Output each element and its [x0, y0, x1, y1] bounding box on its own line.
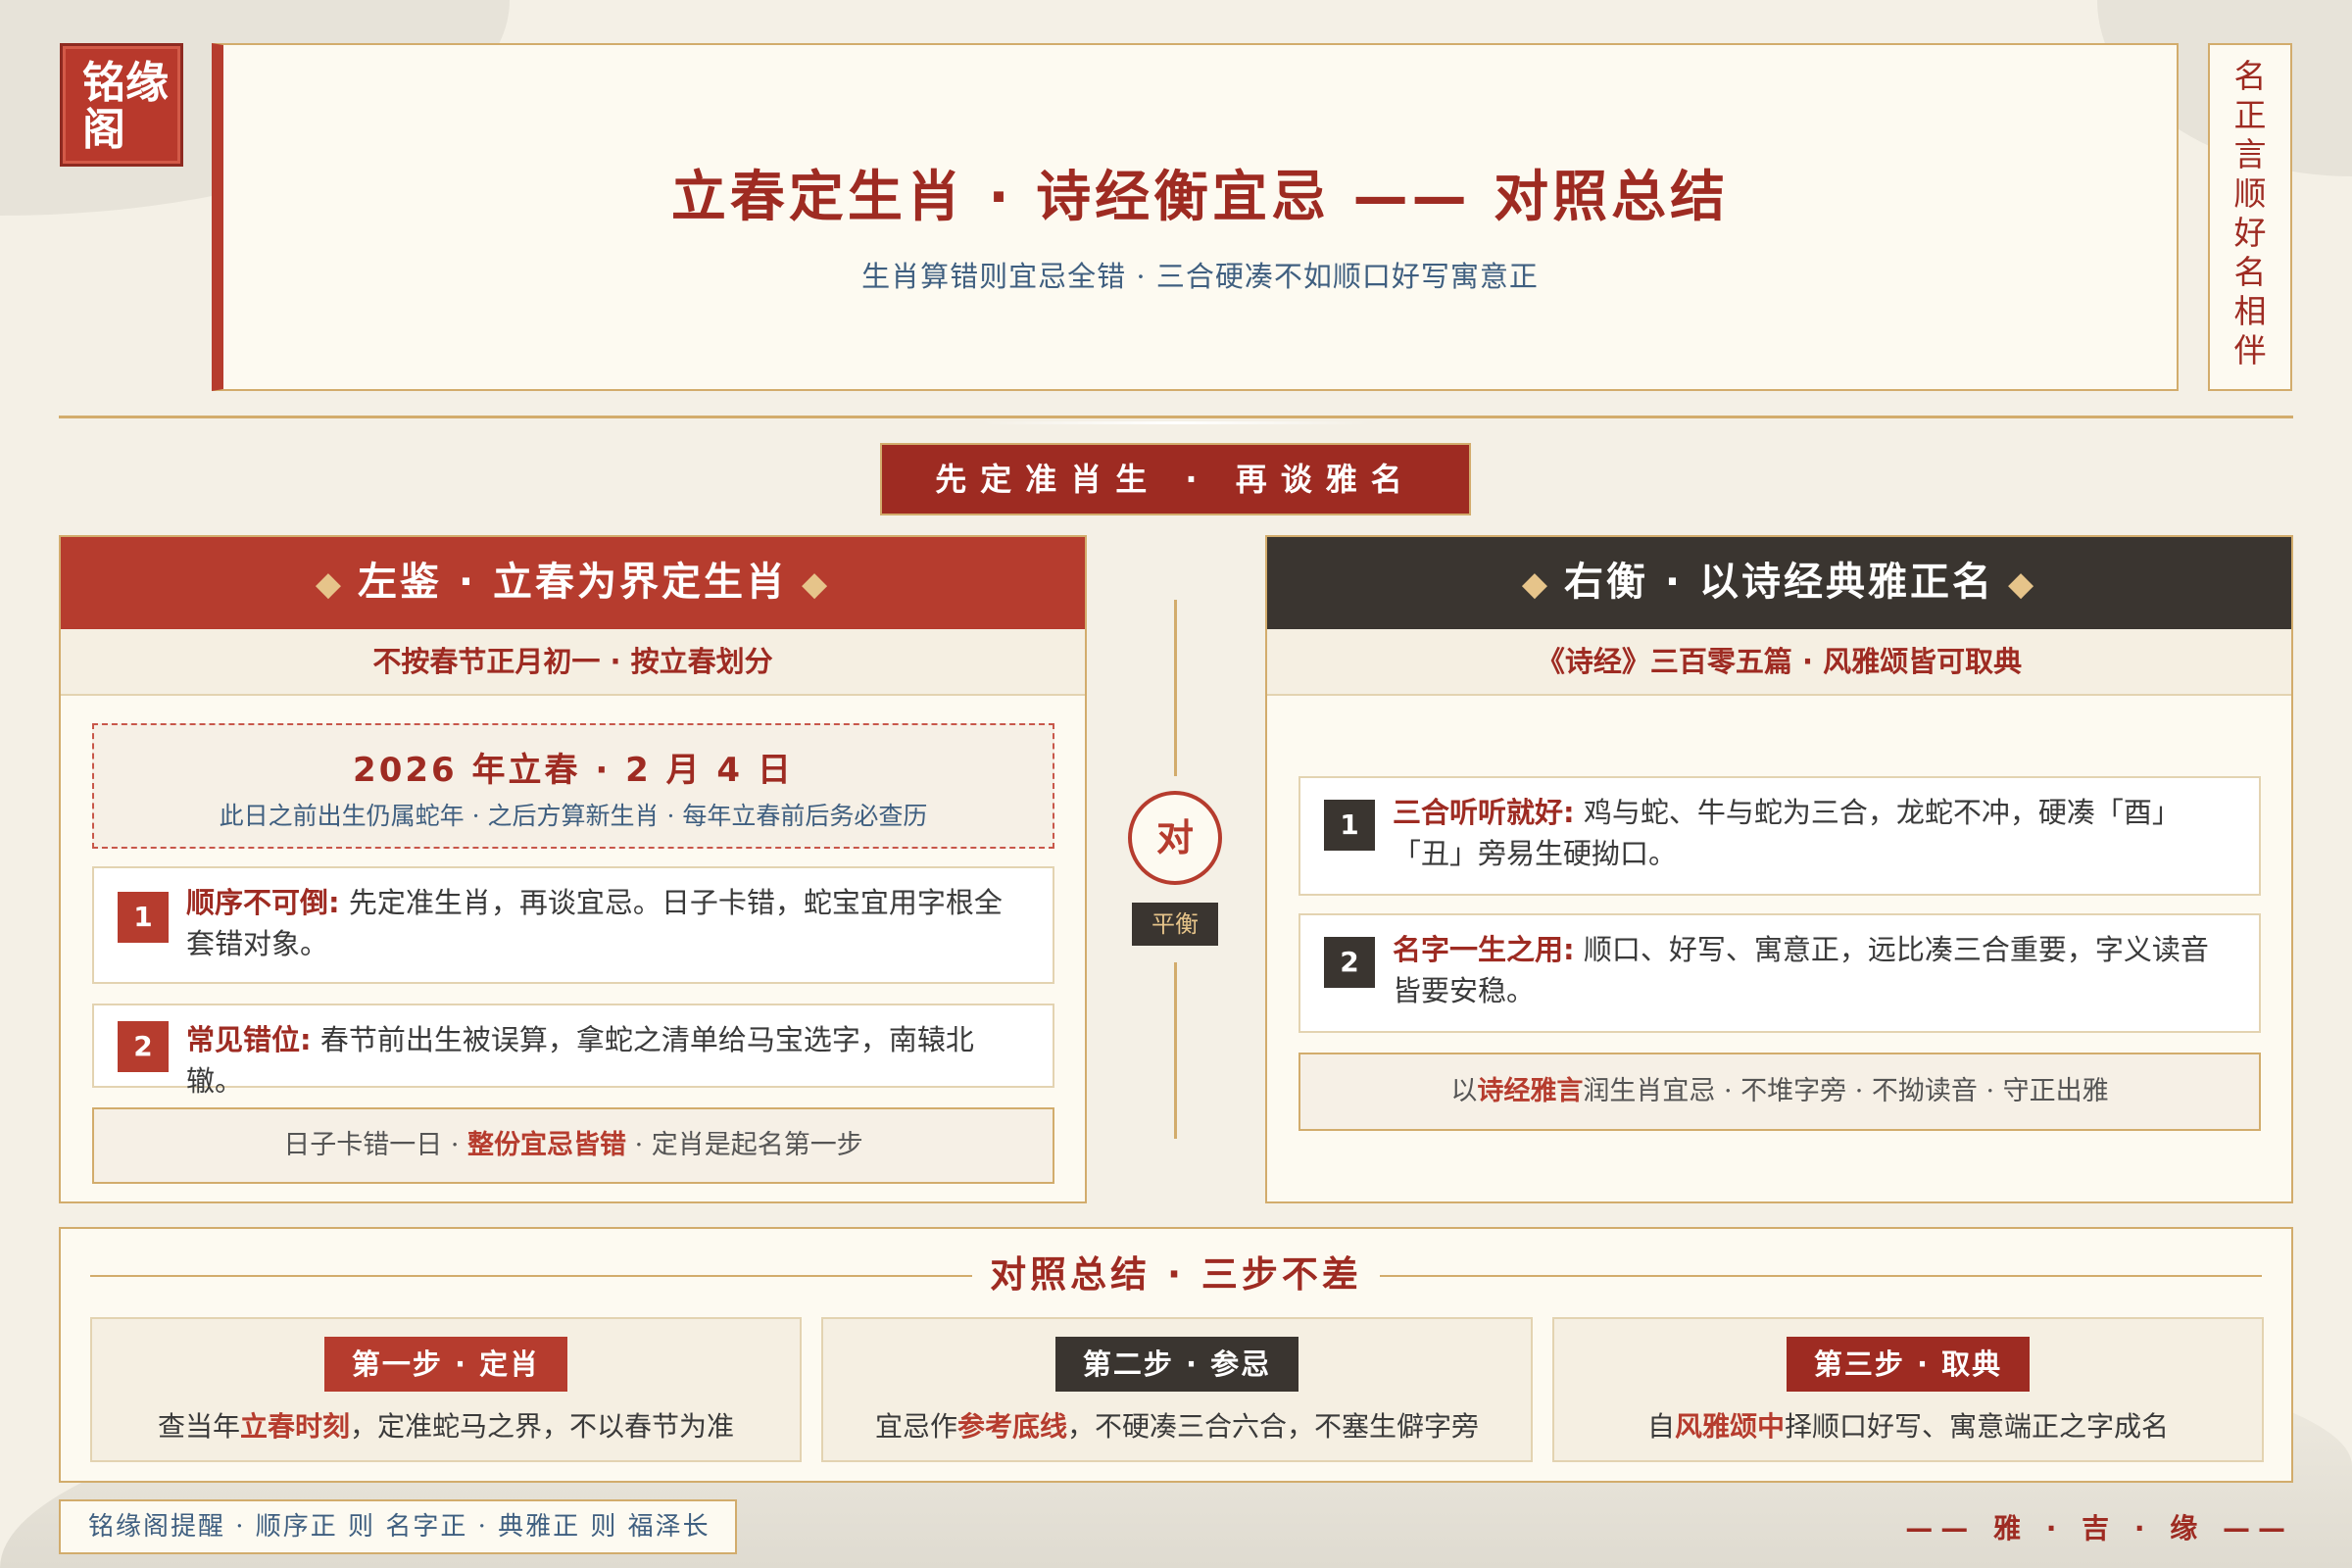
footer-pre: 以	[1450, 1076, 1478, 1106]
center-circle: 对	[1128, 791, 1222, 885]
card-key: 常见错位:	[186, 1023, 312, 1056]
motto-char: 名	[2233, 57, 2267, 95]
motto-char: 名	[2233, 253, 2267, 291]
balance-tag: 平衡	[1132, 903, 1218, 946]
step-highlight: 参考底线	[956, 1410, 1067, 1443]
connector-line	[1174, 962, 1177, 1139]
step-number: 2	[118, 1021, 169, 1072]
right-panel-subheading: 《诗经》三百零五篇 · 风雅颂皆可取典	[1267, 629, 2291, 696]
divider	[59, 416, 2293, 418]
center-banner: 先定准肖生 · 再谈雅名	[880, 443, 1471, 515]
step-card-2: 第二步 · 参忌 宜忌作参考底线，不硬凑三合六合，不塞生僻字旁	[821, 1317, 1533, 1462]
card-key: 顺序不可倒:	[186, 886, 340, 919]
right-footer-note: 以诗经雅言润生肖宜忌 · 不堆字旁 · 不拗读音 · 守正出雅	[1298, 1053, 2261, 1131]
vertical-motto: 名 正 言 顺 好 名 相 伴	[2208, 43, 2292, 391]
right-card-1: 1 三合听听就好: 鸡与蛇、牛与蛇为三合，龙蛇不冲，硬凑「酉」「丑」旁易生硬拗口…	[1298, 776, 2261, 896]
page-title: 立春定生肖 · 诗经衡宜忌 —— 对照总结	[670, 166, 1730, 229]
left-heading-text: 左鉴 · 立春为界定生肖	[357, 560, 789, 605]
step-post: ，不硬凑三合六合，不塞生僻字旁	[1067, 1410, 1480, 1443]
step-text: 查当年立春时刻，定准蛇马之界，不以春节为准	[92, 1405, 800, 1445]
diamond-icon: ◆	[315, 564, 344, 604]
right-panel-heading: ◆ 右衡 · 以诗经典雅正名 ◆	[1267, 537, 2291, 629]
card-key: 三合听听就好:	[1393, 796, 1575, 829]
right-panel: ◆ 右衡 · 以诗经典雅正名 ◆ 《诗经》三百零五篇 · 风雅颂皆可取典 1 三合听…	[1265, 535, 2293, 1203]
motto-char: 顺	[2233, 174, 2267, 213]
footer-pre: 日子卡错一日 ·	[283, 1130, 467, 1160]
date-note: 此日之前出生仍属蛇年 · 之后方算新生肖 · 每年立春前后务必查历	[219, 802, 928, 830]
footer-slogan: —— 雅 · 吉 · 缘 ——	[1905, 1512, 2293, 1544]
header-panel: 立春定生肖 · 诗经衡宜忌 —— 对照总结 生肖算错则宜忌全错 · 三合硬凑不如…	[212, 43, 2179, 391]
step-pre: 宜忌作	[874, 1410, 957, 1443]
footer-note: 铭缘阁提醒 · 顺序正 则 名字正 · 典雅正 则 福泽长	[59, 1499, 737, 1554]
footer-post: · 定肖是起名第一步	[626, 1130, 863, 1160]
step-number: 1	[118, 892, 169, 943]
step-highlight: 立春时刻	[239, 1410, 350, 1443]
step-text: 自风雅颂中择顺口好写、寓意端正之字成名	[1554, 1405, 2262, 1445]
step-pre: 自	[1646, 1410, 1675, 1443]
left-card-1: 1 顺序不可倒: 先定准生肖，再谈宜忌。日子卡错，蛇宝宜用字根全套错对象。	[92, 866, 1054, 984]
step-tag: 第一步 · 定肖	[323, 1337, 568, 1392]
connector-line	[1174, 600, 1177, 776]
step-number: 1	[1324, 800, 1375, 851]
step-number: 2	[1324, 937, 1375, 988]
summary-title: 对照总结 · 三步不差	[990, 1253, 1362, 1296]
left-panel: ◆ 左鉴 · 立春为界定生肖 ◆ 不按春节正月初一 · 按立春划分 2026 年立春…	[59, 535, 1087, 1203]
left-panel-subheading: 不按春节正月初一 · 按立春划分	[61, 629, 1085, 696]
diamond-icon: ◆	[2008, 564, 2037, 604]
step-tag: 第二步 · 参忌	[1054, 1337, 1299, 1392]
motto-char: 伴	[2233, 331, 2267, 369]
footer-highlight: 诗经雅言	[1477, 1076, 1584, 1106]
step-highlight: 风雅颂中	[1674, 1410, 1785, 1443]
step-post: 择顺口好写、寓意端正之字成名	[1785, 1410, 2170, 1443]
diamond-icon: ◆	[802, 564, 831, 604]
seal-logo: 铭缘阁	[60, 43, 183, 167]
motto-char: 相	[2233, 292, 2267, 330]
left-panel-heading: ◆ 左鉴 · 立春为界定生肖 ◆	[61, 537, 1085, 629]
diamond-icon: ◆	[1521, 564, 1550, 604]
step-pre: 查当年	[157, 1410, 240, 1443]
motto-char: 好	[2233, 214, 2267, 252]
step-text: 宜忌作参考底线，不硬凑三合六合，不塞生僻字旁	[823, 1405, 1531, 1445]
step-post: ，定准蛇马之界，不以春节为准	[350, 1410, 735, 1443]
right-heading-text: 右衡 · 以诗经典雅正名	[1563, 560, 1995, 605]
divider-highlight	[980, 421, 1372, 424]
motto-char: 正	[2233, 96, 2267, 134]
footer-post: 润生肖宜忌 · 不堆字旁 · 不拗读音 · 守正出雅	[1583, 1076, 2109, 1106]
left-footer-note: 日子卡错一日 · 整份宜忌皆错 · 定肖是起名第一步	[92, 1107, 1054, 1184]
left-card-2: 2 常见错位: 春节前出生被误算，拿蛇之清单给马宝选字，南辕北辙。	[92, 1004, 1054, 1098]
date-callout: 2026 年立春 · 2 月 4 日 此日之前出生仍属蛇年 · 之后方算新生肖 …	[92, 723, 1054, 849]
card-key: 名字一生之用:	[1393, 933, 1575, 966]
step-card-3: 第三步 · 取典 自风雅颂中择顺口好写、寓意端正之字成名	[1552, 1317, 2264, 1462]
date-title: 2026 年立春 · 2 月 4 日	[353, 751, 794, 790]
right-card-2: 2 名字一生之用: 顺口、好写、寓意正，远比凑三合重要，字义读音皆要安稳。	[1298, 913, 2261, 1033]
step-tag: 第三步 · 取典	[1786, 1337, 2031, 1392]
step-card-1: 第一步 · 定肖 查当年立春时刻，定准蛇马之界，不以春节为准	[90, 1317, 802, 1462]
summary-panel: 对照总结 · 三步不差 第一步 · 定肖 查当年立春时刻，定准蛇马之界，不以春节…	[59, 1227, 2293, 1483]
motto-char: 言	[2233, 135, 2267, 173]
footer-highlight: 整份宜忌皆错	[467, 1130, 626, 1160]
summary-title-row: 对照总结 · 三步不差	[90, 1250, 2262, 1299]
page-subtitle: 生肖算错则宜忌全错 · 三合硬凑不如顺口好写寓意正	[861, 260, 1539, 293]
